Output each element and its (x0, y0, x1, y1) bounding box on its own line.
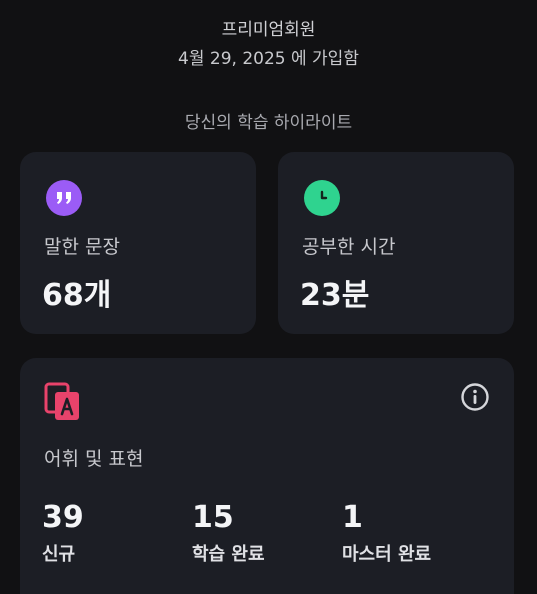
vocab-stat-caption: 신규 (42, 544, 76, 565)
highlights-title: 당신의 학습 하이라이트 (184, 113, 353, 133)
join-date: 4월 29, 2025 에 가입함 (178, 49, 359, 69)
sentences-card[interactable]: 말한 문장 68개 (20, 152, 256, 334)
sentences-label: 말한 문장 (44, 236, 120, 258)
info-icon[interactable] (460, 382, 490, 412)
sentences-value: 68개 (42, 278, 112, 313)
vocab-stat-caption: 마스터 완료 (342, 544, 432, 565)
vocab-label: 어휘 및 표현 (44, 448, 144, 470)
study-time-label: 공부한 시간 (302, 236, 396, 258)
vocab-stat-value: 15 (192, 500, 234, 535)
quote-bubble-icon (46, 180, 82, 216)
vocab-stat-value: 1 (342, 500, 363, 535)
flashcards-icon (44, 382, 79, 420)
vocab-stat-caption: 학습 완료 (192, 544, 265, 565)
vocab-stat-mastered: 1 마스터 완료 (342, 500, 431, 566)
vocab-stat-new: 39 신규 (42, 500, 84, 566)
clock-icon (304, 180, 340, 216)
membership-status: 프리미엄회원 (221, 20, 316, 40)
vocab-stat-learned: 15 학습 완료 (192, 500, 265, 566)
vocab-stat-value: 39 (42, 500, 84, 535)
scrolled-title-fragment (0, 0, 537, 14)
profile-header: 프리미엄회원 4월 29, 2025 에 가입함 (0, 18, 537, 72)
study-time-value: 23분 (300, 278, 370, 313)
vocab-card[interactable]: 어휘 및 표현 39 신규 15 학습 완료 1 마스터 완료 (20, 358, 514, 594)
study-time-card[interactable]: 공부한 시간 23분 (278, 152, 514, 334)
